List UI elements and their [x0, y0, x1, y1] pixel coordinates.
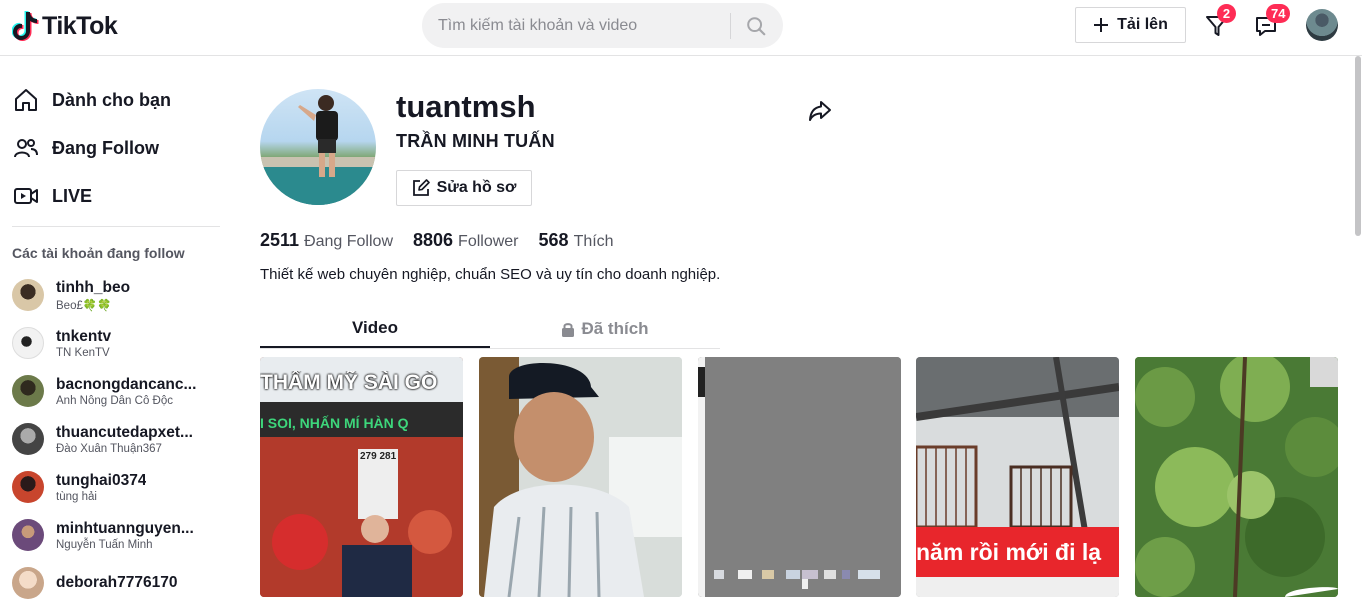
- avatar: [12, 423, 44, 455]
- upload-label: Tải lên: [1117, 16, 1168, 33]
- video-thumbnail[interactable]: [698, 357, 901, 597]
- share-button[interactable]: [806, 97, 834, 125]
- account-username: minhtuannguyen...: [56, 519, 194, 537]
- stat-following[interactable]: 2511 Đang Follow: [260, 230, 393, 251]
- page-scrollbar[interactable]: [1352, 56, 1362, 590]
- account-name: Đào Xuân Thuận367: [56, 442, 162, 455]
- upload-button[interactable]: Tải lên: [1075, 7, 1186, 43]
- inbox-badge: 2: [1217, 4, 1236, 23]
- edit-profile-button[interactable]: Sửa hồ sơ: [396, 170, 532, 206]
- search-bar: [422, 3, 783, 48]
- account-username: tinhh_beo: [56, 278, 131, 296]
- share-icon: [809, 101, 831, 121]
- avatar: [12, 327, 44, 359]
- following-account[interactable]: minhtuannguyen... Nguyễn Tuấn Minh: [12, 511, 220, 559]
- tiktok-logo[interactable]: TikTok: [12, 10, 118, 42]
- following-label: Đang Follow: [304, 233, 393, 250]
- nav-label: Dành cho bạn: [52, 89, 172, 110]
- nav-label: Đang Follow: [52, 137, 159, 158]
- video-frame: [1135, 357, 1338, 597]
- sidebar: Dành cho bạn Đang Follow LIVE Các tài kh…: [0, 56, 230, 599]
- account-name: tùng hải: [56, 490, 97, 503]
- account-username: thuancutedapxet...: [56, 423, 193, 441]
- nav-following[interactable]: Đang Follow: [12, 128, 159, 168]
- video-thumbnail[interactable]: THẨM MỸ SÀI GÒ I SOI, NHẤN MÍ HÀN Q 279 …: [260, 357, 463, 597]
- tab-label: Đã thích: [581, 319, 649, 338]
- account-username: deborah7776170: [56, 573, 178, 591]
- profile-avatar: [260, 89, 376, 205]
- account-username: tnkentv: [56, 327, 112, 345]
- following-accounts-title: Các tài khoản đang follow: [12, 245, 185, 261]
- avatar: [12, 519, 44, 551]
- search-icon: [747, 16, 766, 35]
- top-header: TikTok Tải lên 2 74: [0, 0, 1362, 56]
- profile-stats: 2511 Đang Follow 8806 Follower 568 Thích: [260, 230, 614, 251]
- account-name: TN KenTV: [56, 346, 110, 359]
- following-count: 2511: [260, 230, 300, 250]
- tab-videos[interactable]: Video: [260, 310, 490, 348]
- user-avatar[interactable]: [1306, 9, 1338, 41]
- profile-fullname: TRẦN MINH TUẤN: [396, 131, 555, 151]
- stat-followers[interactable]: 8806 Follower: [413, 230, 519, 251]
- account-username: tunghai0374: [56, 471, 147, 489]
- following-account[interactable]: deborah7776170: [12, 559, 220, 607]
- following-account[interactable]: tinhh_beo Beo£🍀🍀: [12, 271, 220, 319]
- home-icon: [12, 86, 40, 114]
- messages-badge: 74: [1266, 4, 1291, 23]
- tiktok-note-icon: [12, 11, 39, 41]
- tab-liked[interactable]: Đã thích: [490, 310, 720, 348]
- inbox-button[interactable]: 2: [1203, 4, 1236, 40]
- video-thumbnail[interactable]: năm rồi mới đi lạ: [916, 357, 1119, 597]
- nav-live[interactable]: LIVE: [12, 176, 92, 216]
- profile-photo: [260, 95, 376, 205]
- video-frame: [479, 357, 682, 597]
- people-icon: [12, 134, 40, 162]
- follower-count: 8806: [413, 230, 454, 250]
- avatar: [12, 471, 44, 503]
- scrollbar-thumb[interactable]: [1355, 56, 1361, 236]
- sidebar-divider: [12, 226, 220, 227]
- search-input[interactable]: [422, 3, 722, 48]
- following-account[interactable]: bacnongdancanc... Anh Nông Dân Cô Độc: [12, 367, 220, 415]
- following-account[interactable]: thuancutedapxet... Đào Xuân Thuận367: [12, 415, 220, 463]
- following-account[interactable]: tunghai0374 tùng hải: [12, 463, 220, 511]
- video-caption: năm rồi mới đi lạ: [916, 539, 1102, 565]
- avatar: [12, 375, 44, 407]
- likes-count: 568: [538, 230, 569, 250]
- profile-bio: Thiết kế web chuyên nghiệp, chuẩn SEO và…: [260, 266, 721, 283]
- plus-icon: [1094, 18, 1109, 32]
- stat-likes: 568 Thích: [539, 230, 614, 251]
- avatar: [12, 567, 44, 599]
- account-username: bacnongdancanc...: [56, 375, 197, 393]
- lock-icon: [562, 323, 575, 337]
- account-name: Anh Nông Dân Cô Độc: [56, 394, 173, 407]
- live-icon: [12, 182, 40, 210]
- profile-tabs: Video Đã thích: [260, 310, 720, 349]
- logo-text: TikTok: [42, 11, 118, 40]
- likes-label: Thích: [573, 233, 614, 250]
- following-account[interactable]: tnkentv TN KenTV: [12, 319, 220, 367]
- video-frame: [698, 357, 901, 597]
- nav-label: LIVE: [52, 185, 93, 206]
- video-sign: 279 281: [360, 451, 397, 462]
- video-thumbnail[interactable]: [1135, 357, 1338, 597]
- tab-label: Video: [352, 318, 398, 337]
- video-caption-top: THẨM MỸ SÀI GÒ: [260, 371, 438, 394]
- video-thumbnail[interactable]: [479, 357, 682, 597]
- account-name: Nguyễn Tuấn Minh: [56, 538, 153, 551]
- edit-profile-label: Sửa hồ sơ: [436, 179, 517, 196]
- messages-button[interactable]: 74: [1252, 4, 1291, 40]
- follower-label: Follower: [458, 233, 519, 250]
- edit-icon: [412, 179, 430, 196]
- nav-for-you[interactable]: Dành cho bạn: [12, 80, 171, 120]
- account-name: Beo£🍀🍀: [56, 299, 112, 312]
- search-button[interactable]: [731, 3, 781, 48]
- video-caption-mid: I SOI, NHẤN MÍ HÀN Q: [260, 415, 409, 431]
- profile-username: tuantmsh: [396, 89, 536, 124]
- avatar: [12, 279, 44, 311]
